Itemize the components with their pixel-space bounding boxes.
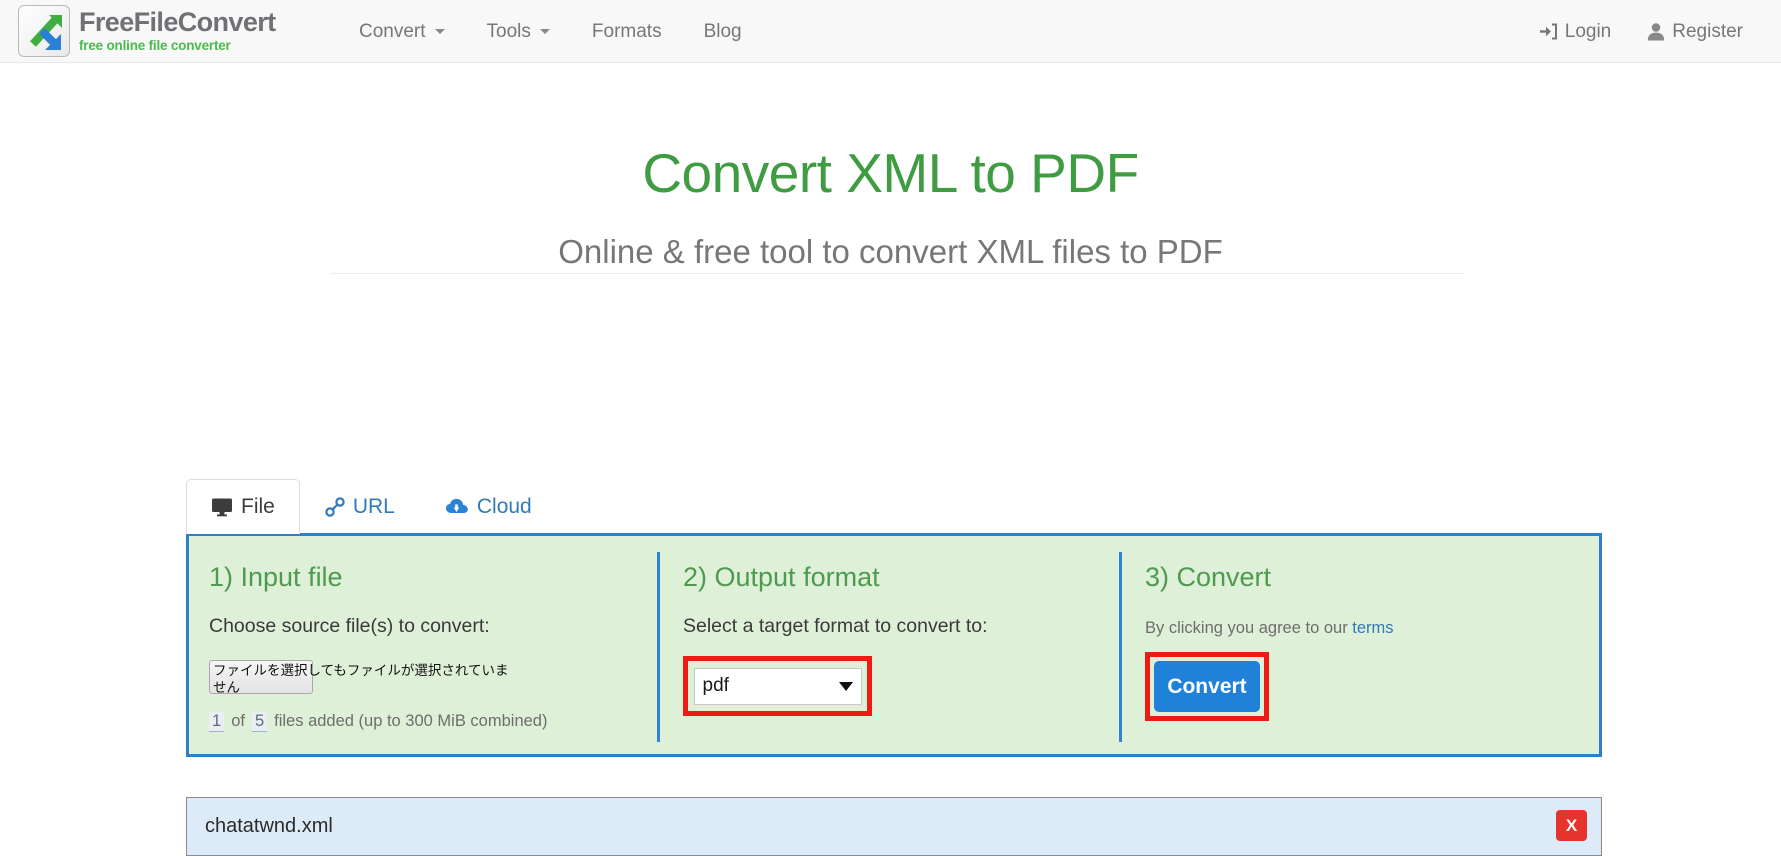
terms-notice: By clicking you agree to our terms [1145,593,1585,638]
nav-item-convert[interactable]: Convert [338,0,466,63]
step2-title: 2) Output format [683,562,880,592]
account-links: Login Register [1521,0,1761,63]
brand-name: FreeFileConvert [79,7,276,38]
nav-item-blog-label: Blog [703,20,742,42]
tab-url[interactable]: URL [300,479,420,534]
page-title: Convert XML to PDF [642,142,1139,204]
brand-logo-link[interactable]: FreeFileConvert free online file convert… [18,5,276,57]
file-count-suffix: files added (up to 300 MiB combined) [274,712,548,730]
output-format-value: pdf [702,675,729,696]
source-tabs: File URL Cloud [186,479,557,534]
convert-arrows-logo-icon [18,5,70,57]
step-input-file: 1) Input file Choose source file(s) to c… [209,536,649,732]
nav-item-formats[interactable]: Formats [571,0,683,63]
file-count-of: of [231,712,245,730]
section-divider [657,552,660,742]
step-convert: 3) Convert By clicking you agree to our … [1145,536,1585,721]
login-link[interactable]: Login [1521,0,1630,63]
chevron-down-icon [539,29,550,34]
terms-notice-text: By clicking you agree to our [1145,619,1348,637]
login-label: Login [1564,20,1612,42]
page-subtitle: Online & free tool to convert XML files … [558,233,1223,270]
step1-title: 1) Input file [209,562,343,592]
converter-panel: 1) Input file Choose source file(s) to c… [186,533,1602,757]
terms-link[interactable]: terms [1352,619,1393,637]
tab-file-label: File [241,494,275,518]
output-format-select[interactable]: pdf [693,667,862,705]
file-input-label: ファイルを選択してもファイルが選択されていません [213,663,509,696]
register-link[interactable]: Register [1629,0,1761,63]
file-count-status: 1 of 5 files added (up to 300 MiB combin… [209,712,649,732]
link-icon [325,496,345,517]
sign-in-icon [1539,22,1558,41]
hero-section: Convert XML to PDF Online & free tool to… [0,63,1781,274]
step3-title: 3) Convert [1145,562,1272,592]
file-name: chatatwnd.xml [205,815,333,837]
remove-file-button[interactable]: X [1556,810,1587,841]
user-icon [1647,22,1665,41]
register-label: Register [1672,20,1743,42]
chevron-down-icon [838,681,853,691]
file-count-current: 1 [209,712,225,732]
output-format-highlight: pdf [683,656,872,716]
step-output-format: 2) Output format Select a target format … [683,536,1103,716]
chevron-down-icon [434,29,445,34]
nav-item-tools-label: Tools [486,20,531,42]
convert-button-highlight: Convert [1145,652,1269,721]
nav-item-formats-label: Formats [591,20,662,42]
file-list-row: chatatwnd.xml X [186,797,1602,856]
tab-cloud-label: Cloud [476,494,532,518]
file-count-max: 5 [251,712,268,732]
step1-subtitle: Choose source file(s) to convert: [209,615,490,637]
nav-item-convert-label: Convert [359,20,426,42]
top-navbar: FreeFileConvert free online file convert… [0,0,1781,63]
cloud-download-icon [445,497,469,517]
step2-subtitle: Select a target format to convert to: [683,615,988,637]
divider [330,273,1465,274]
tab-url-label: URL [352,494,395,518]
section-divider [1119,552,1122,742]
tab-file[interactable]: File [186,479,300,534]
nav-links: Convert Tools Formats Blog [338,0,763,63]
convert-button[interactable]: Convert [1154,661,1260,712]
nav-item-tools[interactable]: Tools [466,0,571,63]
brand-tagline: free online file converter [79,38,231,54]
file-input[interactable]: ファイルを選択してもファイルが選択されていません [209,660,649,702]
tab-cloud[interactable]: Cloud [420,479,557,534]
desktop-icon [211,497,233,517]
nav-item-blog[interactable]: Blog [683,0,763,63]
